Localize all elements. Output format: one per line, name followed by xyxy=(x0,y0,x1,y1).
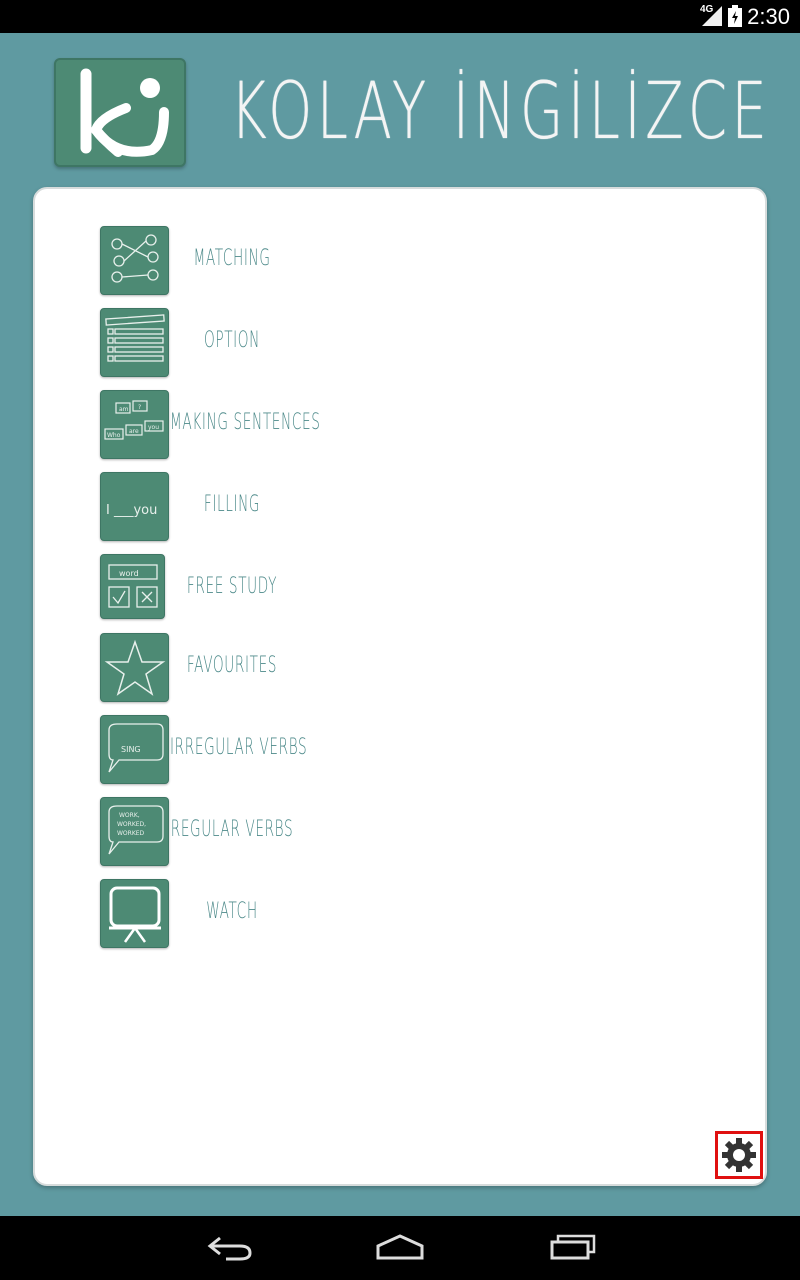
recent-apps-icon[interactable] xyxy=(548,1232,596,1262)
menu-item-irregular-verbs[interactable]: SING IRREGULAR VERBS xyxy=(100,715,330,785)
menu-label-regular-verbs: REGULAR VERBS xyxy=(170,817,294,842)
svg-text:WORK,: WORK, xyxy=(119,812,140,819)
menu-label-matching: MATCHING xyxy=(193,246,271,271)
menu-item-filling[interactable]: I ___you FILLING xyxy=(100,472,330,542)
irregular-verbs-icon: SING xyxy=(100,715,169,784)
menu-label-free-study: FREE STUDY xyxy=(186,574,278,599)
regular-verbs-icon: WORK, WORKED, WORKED xyxy=(100,797,169,866)
svg-text:Who: Who xyxy=(107,432,121,439)
menu-item-watch[interactable]: WATCH xyxy=(100,879,330,949)
app-logo xyxy=(54,58,186,167)
menu-label-filling: FILLING xyxy=(203,492,261,517)
menu-label-making-sentences: MAKING SENTENCES xyxy=(170,410,321,435)
menu-item-making-sentences[interactable]: am ? Who are you MAKING SENTENCES xyxy=(100,390,330,460)
svg-text:WORKED,: WORKED, xyxy=(117,821,146,828)
filling-icon: I ___you xyxy=(100,472,169,541)
svg-text:am: am xyxy=(119,406,129,413)
back-icon[interactable] xyxy=(206,1232,254,1262)
svg-text:word: word xyxy=(119,569,139,578)
svg-text:I ___you: I ___you xyxy=(106,503,157,518)
menu-item-option[interactable]: OPTION xyxy=(100,308,330,378)
free-study-icon: word xyxy=(100,554,165,619)
star-icon xyxy=(100,633,169,702)
menu-label-option: OPTION xyxy=(204,328,260,353)
matching-icon xyxy=(100,226,169,295)
status-bar: 4G 2:30 xyxy=(0,0,800,33)
signal-icon xyxy=(702,6,722,26)
navigation-bar xyxy=(0,1216,800,1280)
svg-text:are: are xyxy=(129,428,139,435)
svg-text:SING: SING xyxy=(121,745,141,754)
watch-icon xyxy=(100,879,169,948)
svg-text:WORKED: WORKED xyxy=(117,830,145,837)
app-header: KOLAY İNGİLİZCE xyxy=(0,33,800,183)
menu-item-favourites[interactable]: FAVOURITES xyxy=(100,633,330,703)
menu-card: MATCHING OPTION am ? Who are you MAKING … xyxy=(33,187,767,1186)
svg-text:?: ? xyxy=(138,404,141,411)
gear-icon xyxy=(722,1138,756,1172)
menu-label-watch: WATCH xyxy=(206,899,258,924)
menu-item-free-study[interactable]: word FREE STUDY xyxy=(100,554,330,624)
option-icon xyxy=(100,308,169,377)
home-icon[interactable] xyxy=(375,1232,425,1262)
battery-icon xyxy=(728,5,742,27)
app-title: KOLAY İNGİLİZCE xyxy=(230,67,772,157)
menu-item-matching[interactable]: MATCHING xyxy=(100,226,330,296)
settings-button[interactable] xyxy=(715,1131,763,1179)
menu-label-favourites: FAVOURITES xyxy=(186,653,278,678)
menu-label-irregular-verbs: IRREGULAR VERBS xyxy=(170,735,308,760)
making-sentences-icon: am ? Who are you xyxy=(100,390,169,459)
status-time: 2:30 xyxy=(747,4,790,29)
menu-item-regular-verbs[interactable]: WORK, WORKED, WORKED REGULAR VERBS xyxy=(100,797,330,867)
svg-text:you: you xyxy=(148,424,159,431)
